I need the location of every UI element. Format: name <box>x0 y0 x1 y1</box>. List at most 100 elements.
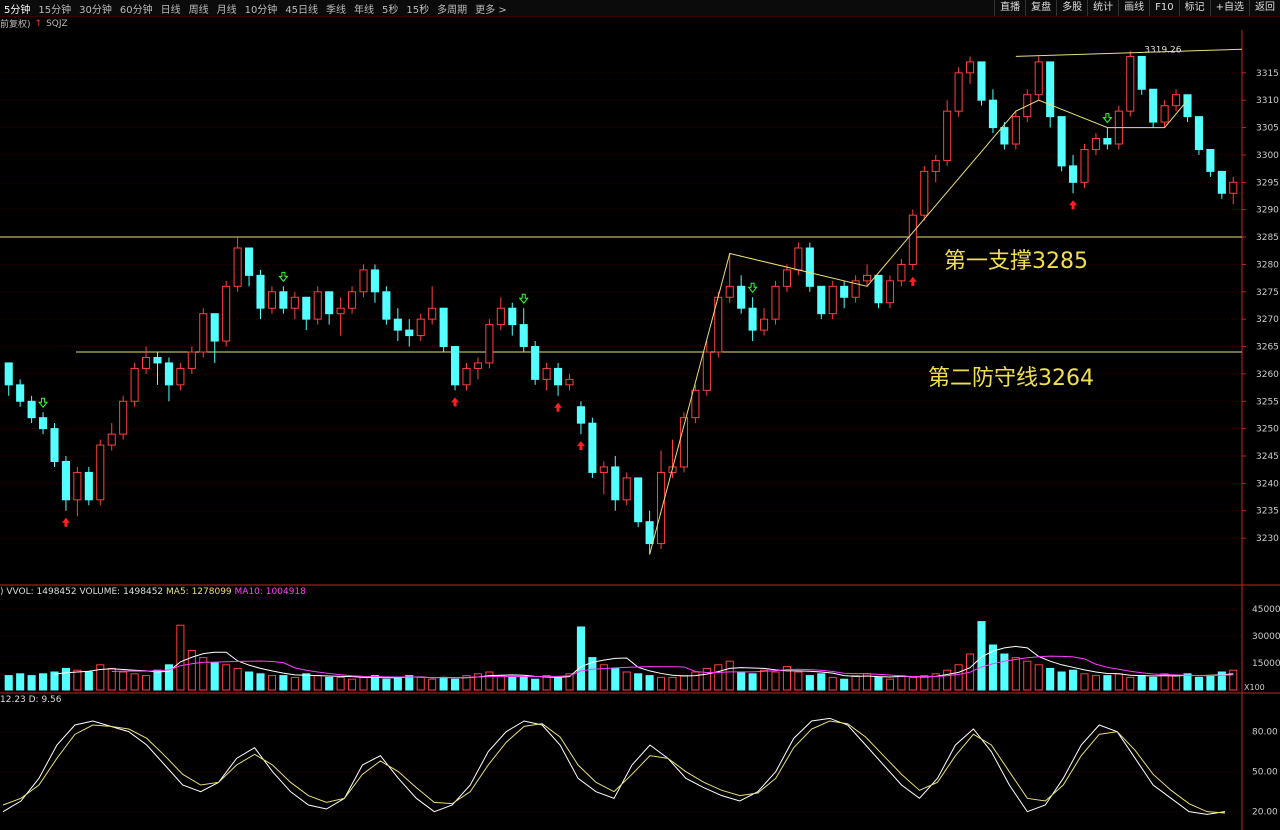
volume-bar-down <box>531 678 540 691</box>
candle-down <box>439 307 448 348</box>
green-down-arrow-icon <box>1102 113 1113 124</box>
candle-down <box>279 291 288 309</box>
volume-bar-down <box>84 671 93 691</box>
volume-bar-down <box>61 667 70 691</box>
candle-up <box>966 61 975 74</box>
price-tick-label: 3310 <box>1256 96 1279 106</box>
volume-bar-up <box>73 669 82 691</box>
green-down-arrow-icon <box>518 293 529 305</box>
volume-bar-up <box>1080 673 1089 691</box>
volume-bar-down <box>16 673 25 691</box>
volume-bar-down <box>1149 676 1158 691</box>
volume-bar-down <box>325 676 334 691</box>
volume-bar-up <box>1229 669 1238 691</box>
volume-bar-up <box>702 667 711 691</box>
price-tick-label: 3295 <box>1256 178 1279 188</box>
volume-bar-up <box>336 676 345 691</box>
volume-bar-up <box>1160 673 1169 691</box>
price-tick-label: 3255 <box>1256 397 1279 407</box>
candle-down <box>748 307 757 331</box>
candle-up <box>771 285 780 320</box>
vvol-value: VVOL: 1498452 <box>6 587 77 597</box>
volume-bar-up <box>119 671 128 691</box>
volume-bar-up <box>897 675 906 691</box>
candle-up <box>599 466 608 473</box>
green-down-arrow-icon <box>38 397 49 409</box>
volume-bar-down <box>519 676 528 691</box>
candle-up <box>233 247 242 287</box>
candle-up <box>267 291 276 309</box>
volume-bar-down <box>576 626 585 691</box>
candle-down <box>393 318 402 331</box>
candle-up <box>1229 181 1238 194</box>
volume-bar-down <box>302 673 311 691</box>
candle-down <box>576 406 585 424</box>
volume-bar-down <box>210 662 219 691</box>
candle-up <box>542 367 551 380</box>
candle-up <box>702 351 711 391</box>
candle-down <box>451 346 460 386</box>
price-tick-label: 3290 <box>1256 206 1279 216</box>
volume-bar-up <box>1126 676 1135 691</box>
candle-down <box>302 296 311 320</box>
candle-up <box>119 400 128 435</box>
candle-up <box>142 356 151 369</box>
chart-canvas[interactable]: 3230 3235 3240 3245 3250 3255 3260 3265 3270 3275… <box>0 0 1280 830</box>
volume-tick-label: 30000 <box>1252 632 1280 642</box>
candle-down <box>645 521 654 545</box>
price-tick-label: 3305 <box>1256 124 1279 134</box>
candle-up <box>782 269 791 287</box>
candle-up <box>657 471 666 545</box>
price-tick-label: 3315 <box>1256 69 1279 79</box>
volume-bar-up <box>496 675 505 691</box>
volume-bar-down <box>1194 676 1203 691</box>
candle-up <box>1080 148 1089 183</box>
volume-bar-down <box>439 676 448 691</box>
candle-up <box>462 367 471 386</box>
candle-down <box>977 61 986 101</box>
candle-down <box>1183 94 1192 118</box>
candle-down <box>50 428 59 462</box>
volume-bar-down <box>737 671 746 691</box>
candle-up <box>725 285 734 298</box>
ma5-line <box>54 645 1234 679</box>
volume-bar-down <box>1183 673 1192 691</box>
candle-up <box>897 263 906 282</box>
volume-bar-down <box>382 678 391 691</box>
volume-bar-up <box>657 676 666 691</box>
price-tick-label: 3265 <box>1256 343 1279 353</box>
volume-bar-down <box>817 673 826 691</box>
red-up-arrow-icon <box>451 397 460 407</box>
volume-bar-down <box>1000 653 1009 691</box>
candle-down <box>84 471 93 501</box>
volume-bar-up <box>348 678 357 691</box>
candle-down <box>4 362 13 386</box>
peak-label: 3319.26 <box>1144 46 1181 56</box>
volume-bar-down <box>508 676 517 691</box>
candle-up <box>920 170 929 216</box>
candle-up <box>73 471 82 501</box>
volume-bar-down <box>988 644 997 691</box>
ma5-value: MA5: 1278099 <box>166 587 232 597</box>
candle-up <box>416 318 425 337</box>
candle-down <box>1137 55 1146 90</box>
candle-down <box>210 313 219 342</box>
candle-down <box>1194 116 1203 150</box>
volume-scale-label: X100 <box>1244 683 1265 692</box>
volume-bar-down <box>1206 675 1215 691</box>
candle-down <box>531 346 540 380</box>
price-tick-label: 3240 <box>1256 479 1279 489</box>
candle-down <box>840 285 849 298</box>
volume-bar-down <box>634 673 643 691</box>
candle-up <box>187 351 196 369</box>
price-tick-label: 3275 <box>1256 288 1279 298</box>
candle-up <box>496 307 505 326</box>
red-up-arrow-icon <box>576 441 585 451</box>
candle-up <box>1091 138 1100 150</box>
candle-up <box>565 378 574 386</box>
candle-up <box>176 367 185 386</box>
volume-bar-up <box>851 675 860 691</box>
volume-bar-down <box>153 669 162 691</box>
candle-down <box>1217 170 1226 194</box>
candle-up <box>222 285 231 342</box>
